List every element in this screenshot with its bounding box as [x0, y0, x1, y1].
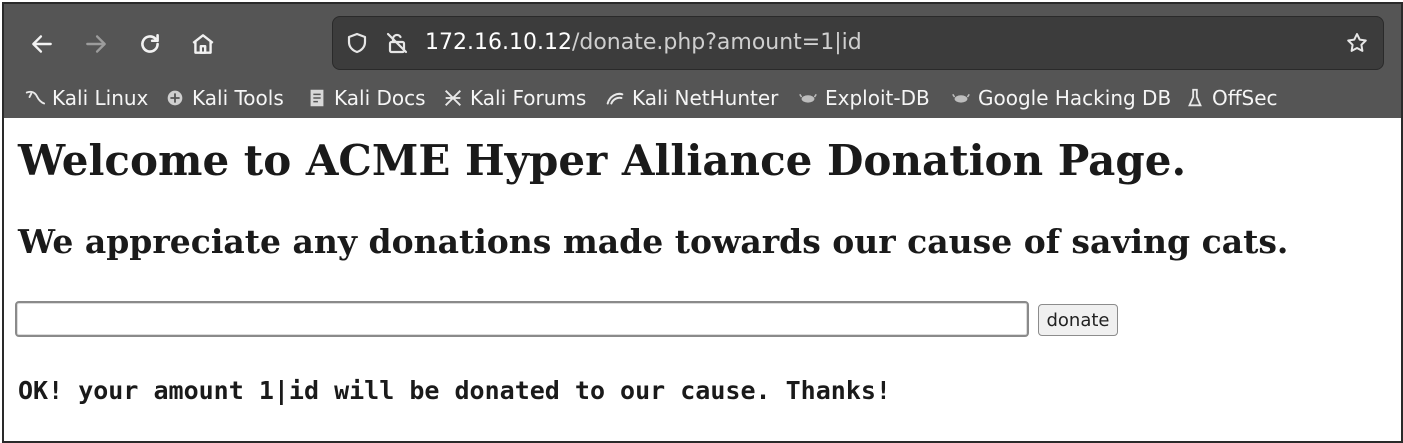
page-title: Welcome to ACME Hyper Alliance Donation … [18, 136, 1187, 185]
address-bar[interactable]: 172.16.10.12/donate.php?amount=1|id [332, 16, 1384, 70]
browser-window: 172.16.10.12/donate.php?amount=1|id Kali… [2, 2, 1403, 443]
kali-forums-icon [445, 90, 461, 106]
page-content: Welcome to ACME Hyper Alliance Donation … [4, 118, 1401, 441]
bookmark-exploit-db[interactable]: Exploit-DB [797, 84, 930, 112]
donate-button[interactable]: donate [1038, 304, 1118, 336]
kali-nethunter-icon [606, 92, 624, 105]
bookmark-label: Google Hacking DB [978, 86, 1172, 110]
bookmark-star-icon[interactable] [1343, 29, 1371, 57]
offsec-icon [1188, 88, 1202, 107]
url-host: 172.16.10.12 [425, 30, 572, 55]
bookmark-offsec[interactable]: OffSec [1184, 84, 1278, 112]
bookmark-label: Kali Tools [192, 86, 284, 110]
bookmark-label: Kali Docs [334, 86, 426, 110]
exploit-db-icon [799, 93, 817, 103]
insecure-lock-icon[interactable] [383, 29, 411, 57]
bookmark-google-hacking-db[interactable]: Google Hacking DB [950, 84, 1171, 112]
bookmark-label: OffSec [1212, 86, 1278, 110]
bookmarks-toolbar: Kali Linux Kali Tools Kali Docs Kali For… [4, 78, 1401, 118]
kali-dragon-icon [25, 90, 46, 105]
url-text[interactable]: 172.16.10.12/donate.php?amount=1|id [425, 30, 862, 55]
reload-icon [141, 34, 159, 53]
kali-docs-icon [310, 89, 324, 107]
kali-tools-icon [167, 90, 183, 106]
bookmark-label: Kali NetHunter [632, 86, 779, 110]
forward-button[interactable] [78, 26, 114, 62]
arrow-right-icon [86, 35, 106, 53]
bookmark-kali-linux[interactable]: Kali Linux [24, 84, 148, 112]
bookmark-kali-nethunter[interactable]: Kali NetHunter [604, 84, 778, 112]
bookmark-label: Exploit-DB [825, 86, 930, 110]
bookmark-kali-docs[interactable]: Kali Docs [306, 84, 426, 112]
reload-button[interactable] [132, 26, 168, 62]
donation-result-message: OK! your amount 1|id will be donated to … [18, 376, 891, 405]
browser-chrome: 172.16.10.12/donate.php?amount=1|id Kali… [4, 4, 1401, 118]
page-subtitle: We appreciate any donations made towards… [18, 222, 1289, 261]
back-button[interactable] [24, 26, 60, 62]
home-button[interactable] [185, 26, 221, 62]
amount-input[interactable] [15, 301, 1029, 337]
bookmark-kali-tools[interactable]: Kali Tools [164, 84, 284, 112]
bookmark-kali-forums[interactable]: Kali Forums [442, 84, 586, 112]
url-path: /donate.php?amount=1|id [571, 30, 862, 55]
bookmark-label: Kali Linux [52, 86, 149, 110]
ghdb-icon [952, 93, 970, 103]
arrow-left-icon [32, 35, 52, 53]
tracking-protection-shield-icon[interactable] [343, 29, 371, 57]
home-icon [192, 34, 214, 54]
bookmark-label: Kali Forums [470, 86, 587, 110]
navigation-bar: 172.16.10.12/donate.php?amount=1|id [4, 4, 1401, 78]
